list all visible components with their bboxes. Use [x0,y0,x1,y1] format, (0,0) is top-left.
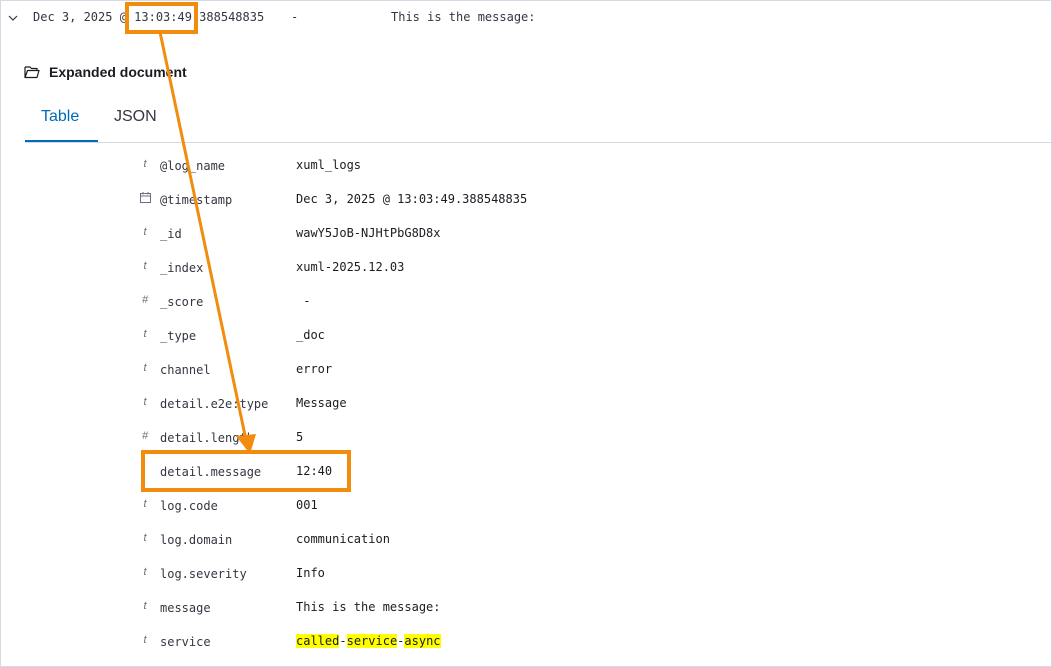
field-type-icon: t [143,328,147,340]
field-type-icon: t [143,260,147,272]
row-timestamp: Dec 3, 2025 @ 13:03:49.388548835 [33,10,265,24]
field-value: - [296,294,311,308]
field-name: channel [160,363,211,377]
table-row[interactable]: t service called-service-async [0,626,1052,660]
field-value: This is the message: [296,600,441,614]
field-value: Info [296,566,325,580]
table-row[interactable]: t _id wawY5JoB-NJHtPbG8D8x [0,218,1052,252]
highlight-term: called [296,634,340,648]
field-value: 5 [296,430,304,444]
field-value: Dec 3, 2025 @ 13:03:49.388548835 [296,192,528,206]
doc-tabs: Table JSON [25,100,1052,143]
row-dash: - [291,10,299,24]
field-name: _index [160,261,204,275]
table-row[interactable]: detail.message 12:40 [0,456,1052,490]
table-row[interactable]: # _score - [0,286,1052,320]
table-row[interactable]: t log.domain communication [0,524,1052,558]
table-row[interactable]: t log.code 001 [0,490,1052,524]
table-row[interactable]: t _type _doc [0,320,1052,354]
field-name: log.severity [160,567,247,581]
table-row[interactable]: # detail.length 5 [0,422,1052,456]
table-row[interactable]: t detail.e2e:type Message [0,388,1052,422]
tab-json[interactable]: JSON [114,108,157,126]
highlight-term: service [346,634,398,648]
expanded-document-header: Expanded document [24,62,187,82]
field-value: error [296,362,333,376]
separator: - [339,634,347,648]
field-type-icon: t [143,532,147,544]
field-type-icon: # [141,294,149,306]
field-value: xuml-2025.12.03 [296,260,405,274]
calendar-icon [138,192,152,206]
row-message: This is the message: [391,10,536,24]
table-row[interactable]: t message This is the message: [0,592,1052,626]
field-name: @timestamp [160,193,233,207]
field-type-icon: t [143,158,147,170]
log-row-collapsed[interactable]: Dec 3, 2025 @ 13:03:49.388548835 - This … [0,0,1052,36]
field-name: detail.message [160,465,262,479]
field-type-icon: # [141,430,149,442]
field-name: _score [160,295,204,309]
field-type-icon: t [143,396,147,408]
highlight-term: async [404,634,441,648]
table-row[interactable]: t @log_name xuml_logs [0,150,1052,184]
field-type-icon: t [143,362,147,374]
field-value: called-service-async [296,634,441,648]
field-value: wawY5JoB-NJHtPbG8D8x [296,226,441,240]
table-row[interactable]: t log.severity Info [0,558,1052,592]
table-row[interactable]: @timestamp Dec 3, 2025 @ 13:03:49.388548… [0,184,1052,218]
field-type-icon: t [143,634,147,646]
chevron-down-icon[interactable] [7,12,19,24]
tab-table[interactable]: Table [41,108,79,126]
field-name: _id [160,227,182,241]
field-value: Message [296,396,347,410]
field-type-icon: t [143,498,147,510]
expanded-document-title: Expanded document [49,64,187,80]
active-tab-indicator [25,140,98,142]
field-type-icon: t [143,226,147,238]
folder-open-icon [24,66,40,79]
field-name: @log_name [160,159,226,173]
field-name: service [160,635,211,649]
field-name: log.code [160,499,218,513]
field-name: detail.length [160,431,254,445]
field-value: xuml_logs [296,158,362,172]
field-name: message [160,601,211,615]
field-name: _type [160,329,197,343]
field-value: 12:40 [296,464,333,478]
field-name: log.domain [160,533,233,547]
field-value: communication [296,532,390,546]
field-type-icon: t [143,600,147,612]
field-name: detail.e2e:type [160,397,269,411]
field-value: 001 [296,498,318,512]
field-type-icon: t [143,566,147,578]
table-row[interactable]: t _index xuml-2025.12.03 [0,252,1052,286]
table-row[interactable]: t channel error [0,354,1052,388]
field-value: _doc [296,328,325,342]
